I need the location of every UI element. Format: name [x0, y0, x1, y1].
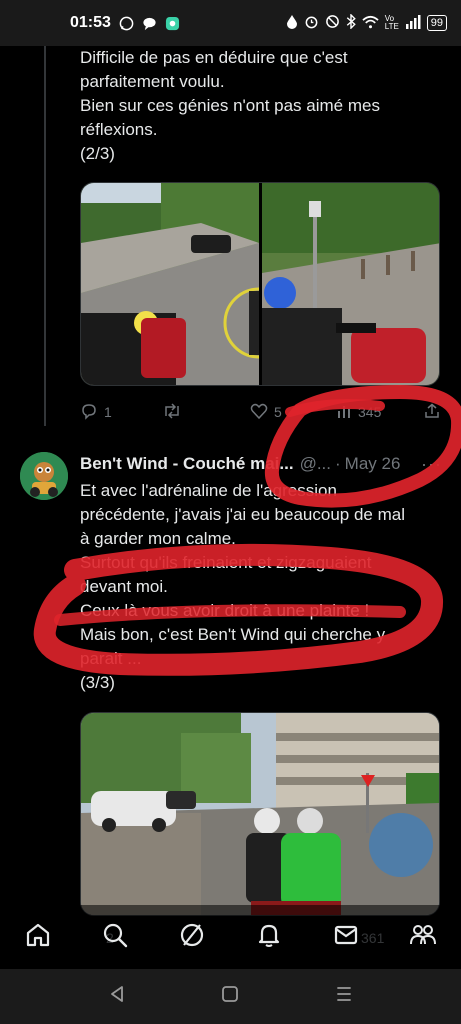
reply-count: 1: [104, 404, 112, 420]
tweet-header: Ben't Wind - Couché mai... @... · May 26…: [80, 452, 442, 476]
water-drop-icon: [286, 14, 298, 32]
signal-icon: [405, 14, 421, 32]
nav-notifications[interactable]: [249, 917, 289, 957]
back-icon: [109, 985, 125, 1008]
share-button[interactable]: [424, 403, 440, 422]
alarm-icon: [304, 14, 319, 32]
more-options-button[interactable]: ···: [421, 454, 442, 475]
avatar[interactable]: [20, 452, 68, 500]
status-time: 01:53: [70, 14, 111, 31]
search-icon: [101, 921, 129, 954]
tweet-main-photo: [81, 713, 439, 915]
tweet-prev-media[interactable]: [80, 182, 440, 386]
tweet-line: précédente, j'avais j'ai eu beaucoup de …: [80, 505, 405, 524]
nav-grok[interactable]: [172, 917, 212, 957]
messages-icon: [332, 921, 360, 954]
tweet-line: Difficile de pas en déduire que c'est: [80, 48, 348, 67]
tweet-line: réflexions.: [80, 120, 158, 139]
views-count: 345: [358, 404, 382, 420]
tweet-line: à garder mon calme.: [80, 529, 236, 548]
tweet-line: Bien sur ces génies n'ont pas aimé mes: [80, 96, 380, 115]
nav-messages[interactable]: [326, 917, 366, 957]
tweet-line: Ceux là vous avoir droit à une plainte !: [80, 601, 370, 620]
tweet-prev-text: Difficile de pas en déduire que c'est pa…: [80, 46, 440, 166]
tweet-line: devant moi.: [80, 577, 168, 596]
reply-icon: [80, 402, 98, 423]
home-button-icon: [221, 985, 239, 1008]
views-icon: [336, 403, 352, 422]
battery-indicator: 99: [426, 15, 447, 31]
nav-communities[interactable]: [403, 917, 443, 957]
home-icon: [24, 921, 52, 954]
system-navigation: [0, 969, 461, 1024]
grok-icon: [178, 921, 206, 954]
tweet-line: Mais bon, c'est Ben't Wind qui cherche y: [80, 625, 386, 644]
tweet-line: (2/3): [80, 144, 115, 163]
wifi-icon: [362, 15, 379, 32]
share-icon: [424, 403, 440, 422]
status-bar: 01:53 Vo LTE 99: [0, 0, 461, 46]
like-count: 5: [274, 404, 282, 420]
avatar-illustration: [20, 452, 68, 500]
system-back-button[interactable]: [102, 982, 132, 1012]
bottom-navigation: [0, 905, 461, 969]
author-handle[interactable]: @...: [300, 454, 331, 474]
mute-icon: [325, 14, 340, 32]
nav-home[interactable]: [18, 917, 58, 957]
like-button[interactable]: 5: [250, 402, 336, 423]
tweet-main-text: Et avec l'adrénaline de l'agression préc…: [80, 479, 440, 695]
nav-search[interactable]: [95, 917, 135, 957]
tweet-line: Surtout qu'ils freinaient et zigzaguaien…: [80, 553, 372, 572]
tweet-line: Et avec l'adrénaline de l'agression: [80, 481, 337, 500]
separator-dot: ·: [335, 454, 341, 473]
bluetooth-icon: [346, 13, 356, 32]
tweet-date[interactable]: May 26: [345, 454, 401, 474]
tweet-line: parfaitement voulu.: [80, 72, 225, 91]
tweet-line: (3/3): [80, 673, 115, 692]
thread-connector: [44, 46, 46, 426]
tweet-main-media[interactable]: [80, 712, 440, 916]
views-button[interactable]: 345: [336, 403, 416, 422]
tweet-prev-photos: [81, 183, 439, 385]
retweet-button[interactable]: [162, 402, 250, 423]
tweet-prev-actions: 1 5 345: [80, 400, 440, 424]
reply-button[interactable]: 1: [80, 402, 162, 423]
notifications-icon: [255, 921, 283, 954]
heart-icon: [250, 402, 268, 423]
author-name[interactable]: Ben't Wind - Couché mai...: [80, 454, 294, 474]
recents-icon: [335, 985, 353, 1008]
retweet-icon: [162, 402, 182, 423]
whatsapp-icon: [119, 15, 135, 31]
volte-label: Vo LTE: [384, 14, 399, 31]
system-recents-button[interactable]: [329, 982, 359, 1012]
tweet-line: parait ...: [80, 649, 142, 668]
notification-icons: [119, 15, 181, 31]
system-status-icons: Vo LTE 99: [286, 13, 447, 32]
app-icon: [165, 15, 181, 31]
communities-icon: [408, 921, 438, 954]
chat-bubble-icon: [142, 15, 158, 31]
system-home-button[interactable]: [215, 982, 245, 1012]
